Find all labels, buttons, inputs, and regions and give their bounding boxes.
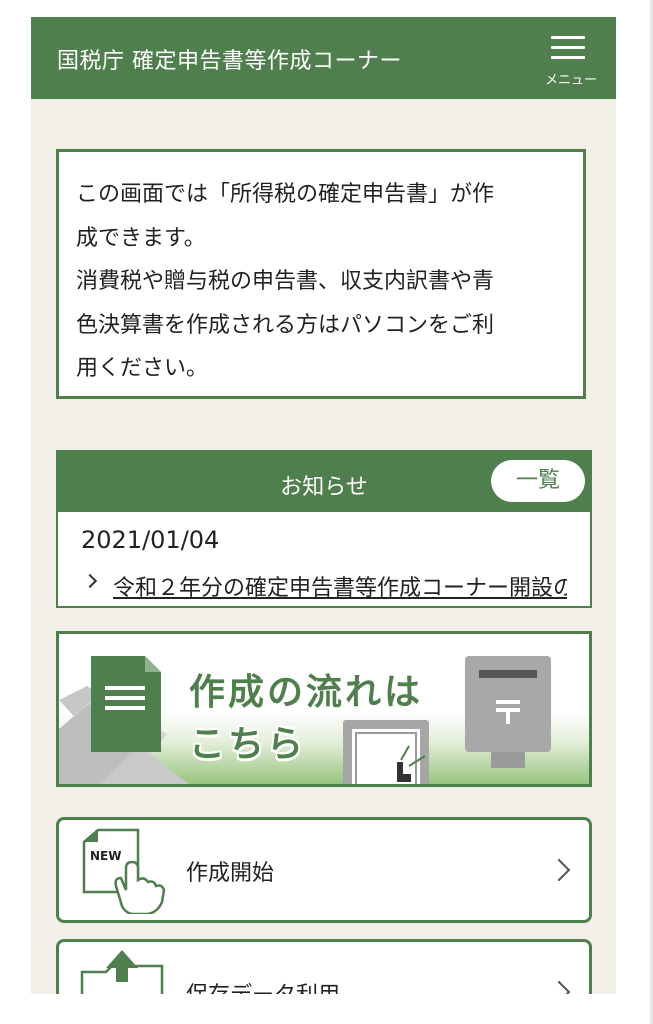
news-link[interactable]: 令和２年分の確定申告書等作成コーナー開設のお知らせ xyxy=(113,570,567,600)
news-list-button[interactable]: 一覧 xyxy=(491,460,585,502)
news-date: 2021/01/04 xyxy=(81,526,220,554)
notice-line: 消費税や贈与税の申告書、収支内訳書や青 xyxy=(76,269,495,294)
notice-box: この画面では「所得税の確定申告書」が作 成できます。 消費税や贈与税の申告書、収… xyxy=(56,149,586,399)
create-start-label: 作成開始 xyxy=(186,861,275,886)
new-badge: NEW xyxy=(90,849,121,863)
flow-banner-text: 作成の流れは こちら xyxy=(189,667,423,771)
upload-folder-icon xyxy=(80,950,164,994)
news-panel: お知らせ 一覧 2021/01/04 令和２年分の確定申告書等作成コーナー開設の… xyxy=(56,450,592,608)
notice-line: 成できます。 xyxy=(76,225,206,251)
notice-line: この画面では「所得税の確定申告書」が作 xyxy=(76,182,495,207)
bottom-bar xyxy=(0,994,653,1024)
notice-line: 用ください。 xyxy=(76,356,209,381)
flow-banner-line: 作成の流れは xyxy=(189,672,424,713)
news-header: お知らせ 一覧 xyxy=(58,452,590,512)
new-document-hand-icon: NEW xyxy=(82,828,166,914)
app-title[interactable]: 国税庁 確定申告書等作成コーナー xyxy=(57,43,402,75)
postbox-icon xyxy=(465,656,551,768)
flow-banner-line: こちら xyxy=(189,724,307,765)
chevron-right-icon xyxy=(547,858,571,882)
document-icon xyxy=(91,656,161,752)
news-item[interactable]: 令和２年分の確定申告書等作成コーナー開設のお知らせ xyxy=(85,570,567,600)
notice-line: 色決算書を作成される方はパソコンをご利 xyxy=(76,312,495,338)
saved-data-button[interactable]: 保存データ利用 xyxy=(56,939,592,994)
app-viewport: 国税庁 確定申告書等作成コーナー メニュー この画面では「所得税の確定申告書」が… xyxy=(31,17,616,994)
saved-data-label: 保存データ利用 xyxy=(186,977,340,994)
flow-banner[interactable]: 作成の流れは こちら xyxy=(56,631,592,787)
chevron-right-icon xyxy=(85,573,98,589)
hamburger-icon xyxy=(551,36,585,60)
menu-button[interactable]: メニュー xyxy=(531,33,611,93)
app-header: 国税庁 確定申告書等作成コーナー メニュー xyxy=(31,17,616,99)
create-start-button[interactable]: NEW 作成開始 xyxy=(56,817,592,923)
chevron-right-icon xyxy=(547,980,571,994)
menu-label: メニュー xyxy=(544,73,597,88)
